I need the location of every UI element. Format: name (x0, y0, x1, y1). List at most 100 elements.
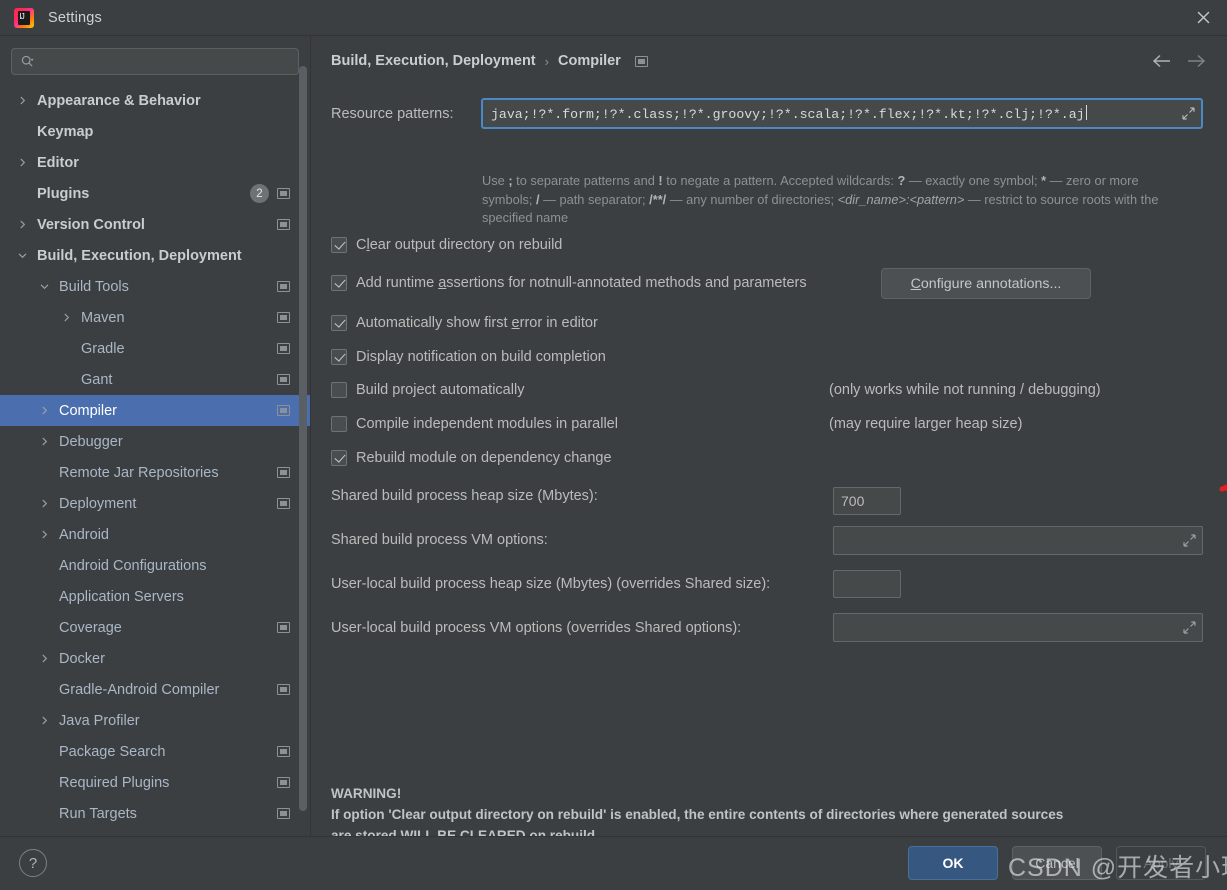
sidebar-item-docker[interactable]: Docker (0, 643, 310, 674)
checkbox-clear-output-directory-on-rebuild[interactable]: Clear output directory on rebuild (331, 237, 562, 253)
checkbox-input[interactable] (331, 382, 347, 398)
search-input[interactable] (41, 54, 281, 69)
input-shared-build-process-heap-size-mbytes[interactable]: 700 (833, 487, 901, 515)
input-shared-build-process-vm-options[interactable] (833, 526, 1203, 555)
tree-expander[interactable] (57, 302, 75, 333)
sidebar-item-appearance-behavior[interactable]: Appearance & Behavior (0, 85, 310, 116)
sidebar-item-keymap[interactable]: Keymap (0, 116, 310, 147)
sidebar-item-coverage[interactable]: Coverage (0, 612, 310, 643)
apply-button[interactable]: Apply (1116, 846, 1206, 880)
cancel-button[interactable]: Cancel (1012, 846, 1102, 880)
tree-expander[interactable] (35, 767, 53, 798)
tree-expander[interactable] (35, 736, 53, 767)
tree-expander[interactable] (35, 395, 53, 426)
sidebar-item-gradle-android-compiler[interactable]: Gradle-Android Compiler (0, 674, 310, 705)
chevron-right-icon[interactable] (40, 437, 49, 446)
checkbox-input[interactable] (331, 275, 347, 291)
sidebar-item-deployment[interactable]: Deployment (0, 488, 310, 519)
checkbox-automatically-show-first-error-in-editor[interactable]: Automatically show first error in editor (331, 315, 598, 331)
tree-expander[interactable] (35, 550, 53, 581)
arrow-right-icon[interactable] (1187, 54, 1207, 68)
checkbox-input[interactable] (331, 237, 347, 253)
sidebar-item-maven[interactable]: Maven (0, 302, 310, 333)
tree-expander[interactable] (13, 116, 31, 147)
resource-patterns-field[interactable]: java;!?*.form;!?*.class;!?*.groovy;!?*.s… (481, 98, 1203, 129)
checkbox-rebuild-module-on-dependency-change[interactable]: Rebuild module on dependency change (331, 450, 612, 466)
sidebar-item-version-control[interactable]: Version Control (0, 209, 310, 240)
checkbox-display-notification-on-build-completion[interactable]: Display notification on build completion (331, 349, 606, 365)
sidebar-item-android[interactable]: Android (0, 519, 310, 550)
chevron-right-icon[interactable] (40, 499, 49, 508)
sidebar-item-build-tools[interactable]: Build Tools (0, 271, 310, 302)
tree-expander[interactable] (57, 333, 75, 364)
arrow-left-icon[interactable] (1151, 54, 1171, 68)
tree-expander[interactable] (35, 581, 53, 612)
sidebar-item-debugger[interactable]: Debugger (0, 426, 310, 457)
sidebar-item-application-servers[interactable]: Application Servers (0, 581, 310, 612)
checkbox-compile-independent-modules-in-parallel[interactable]: Compile independent modules in parallel (331, 416, 618, 432)
expand-field-icon[interactable] (1176, 527, 1202, 554)
tree-expander[interactable] (57, 364, 75, 395)
chevron-right-icon[interactable] (40, 716, 49, 725)
chevron-down-icon[interactable] (40, 282, 49, 291)
close-icon[interactable] (1179, 0, 1227, 35)
input-user-local-build-process-vm-options-overrides[interactable] (833, 613, 1203, 642)
checkbox-input[interactable] (331, 315, 347, 331)
expand-field-icon[interactable] (1176, 614, 1202, 641)
sidebar-item-run-targets[interactable]: Run Targets (0, 798, 310, 829)
tree-expander[interactable] (35, 705, 53, 736)
sidebar-item-required-plugins[interactable]: Required Plugins (0, 767, 310, 798)
chevron-right-icon[interactable] (62, 313, 71, 322)
sidebar-item-editor[interactable]: Editor (0, 147, 310, 178)
sidebar-item-java-profiler[interactable]: Java Profiler (0, 705, 310, 736)
ok-button[interactable]: OK (908, 846, 998, 880)
chevron-right-icon[interactable] (40, 406, 49, 415)
search-box[interactable] (11, 48, 299, 75)
tree-expander[interactable] (13, 209, 31, 240)
checkbox-input[interactable] (331, 416, 347, 432)
compiler-settings-panel: Build, Execution, Deployment › Compiler … (312, 36, 1227, 836)
chevron-right-icon[interactable] (18, 220, 27, 229)
tree-expander[interactable] (35, 519, 53, 550)
sidebar-item-compiler[interactable]: Compiler (0, 395, 310, 426)
tree-expander[interactable] (13, 147, 31, 178)
input-user-local-build-process-heap-size-mbytes-ove[interactable] (833, 570, 901, 598)
chevron-right-icon[interactable] (18, 96, 27, 105)
help-button[interactable]: ? (19, 849, 47, 877)
checkbox-build-project-automatically[interactable]: Build project automatically (331, 382, 524, 398)
sidebar-scrollbar[interactable] (299, 66, 307, 826)
breadcrumb-root[interactable]: Build, Execution, Deployment (331, 53, 536, 69)
sidebar-item-remote-jar-repositories[interactable]: Remote Jar Repositories (0, 457, 310, 488)
sidebar-scrollbar-thumb[interactable] (299, 66, 307, 811)
sidebar-item-plugins[interactable]: Plugins 2 (0, 178, 310, 209)
tree-expander[interactable] (13, 85, 31, 116)
chevron-right-icon[interactable] (40, 654, 49, 663)
sidebar-item-package-search[interactable]: Package Search (0, 736, 310, 767)
chevron-right-icon[interactable] (18, 158, 27, 167)
tree-expander[interactable] (35, 612, 53, 643)
note-parallel-modules: (may require larger heap size) (829, 416, 1023, 432)
checkbox-input[interactable] (331, 349, 347, 365)
tree-expander[interactable] (35, 426, 53, 457)
sidebar-item-build-execution-deployment[interactable]: Build, Execution, Deployment (0, 240, 310, 271)
sidebar-item-gant[interactable]: Gant (0, 364, 310, 395)
sidebar-item-gradle[interactable]: Gradle (0, 333, 310, 364)
checkbox-add-runtime-assertions-for-notnull-annotated-[interactable]: Add runtime assertions for notnull-annot… (331, 275, 807, 291)
checkbox-input[interactable] (331, 450, 347, 466)
tree-expander[interactable] (35, 798, 53, 829)
chevron-right-icon[interactable] (40, 530, 49, 539)
sidebar-item-android-configurations[interactable]: Android Configurations (0, 550, 310, 581)
red-annotation-arrow (1219, 484, 1227, 492)
tree-expander[interactable] (35, 457, 53, 488)
label-shared-build-process-vm-options: Shared build process VM options: (331, 532, 548, 548)
expand-field-icon[interactable] (1175, 100, 1201, 127)
tree-expander[interactable] (35, 643, 53, 674)
configure-annotations-button[interactable]: Configure annotations... (881, 268, 1091, 299)
sidebar-item-label: Application Servers (59, 588, 184, 605)
tree-expander[interactable] (35, 674, 53, 705)
tree-expander[interactable] (13, 240, 31, 271)
tree-expander[interactable] (35, 271, 53, 302)
chevron-down-icon[interactable] (18, 251, 27, 260)
tree-expander[interactable] (13, 178, 31, 209)
tree-expander[interactable] (35, 488, 53, 519)
